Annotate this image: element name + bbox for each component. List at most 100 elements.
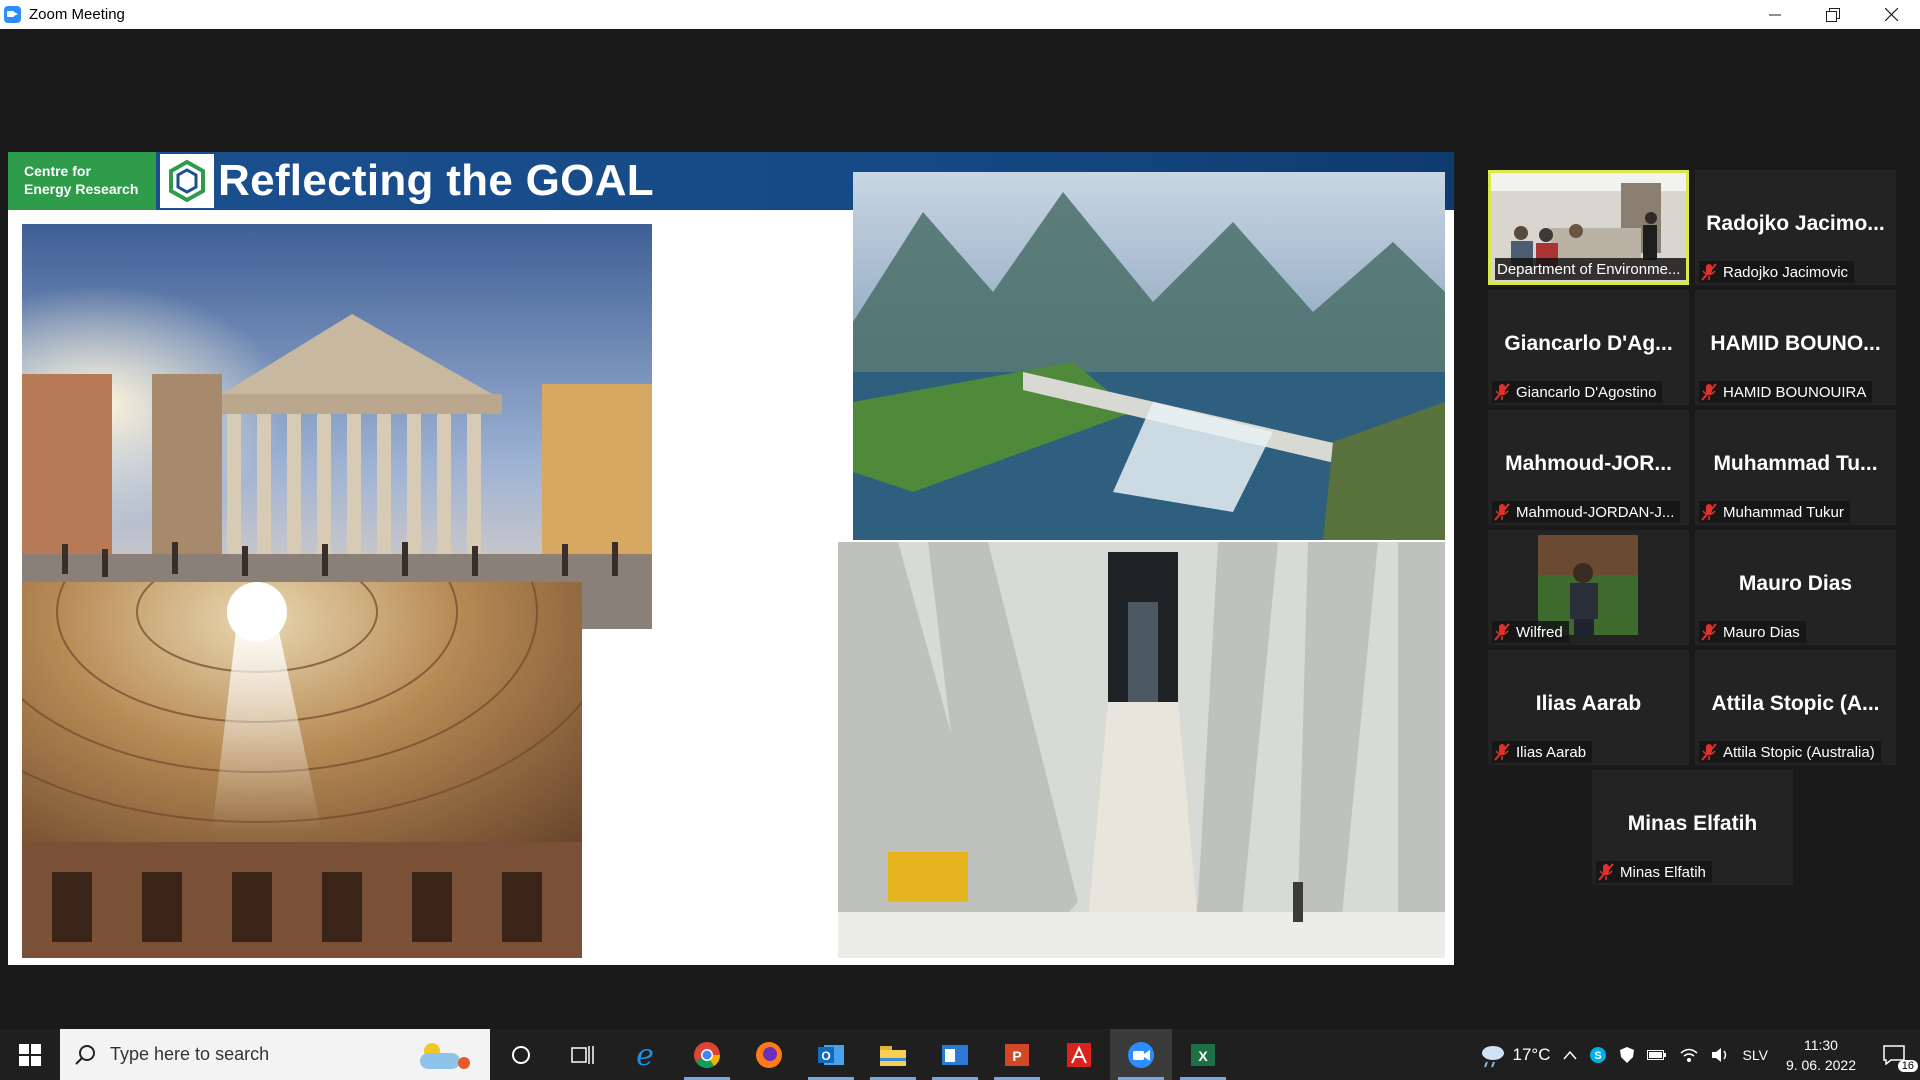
muted-microphone-icon [1701,503,1717,521]
window-controls [1746,0,1920,29]
participant-display-name: Radojko Jacimo... [1706,212,1885,235]
badge-line-2: Energy Research [24,181,139,197]
window-title-bar: Zoom Meeting [0,0,1920,29]
participant-name-text: Attila Stopic (Australia) [1723,743,1875,761]
participant-tile[interactable]: Minas Elfatih Minas Elfatih [1592,770,1793,885]
clock-button[interactable]: 11:30 9. 06. 2022 [1774,1035,1868,1075]
participant-display-name: Ilias Aarab [1535,692,1642,715]
powerpoint-icon: P [1005,1043,1029,1066]
security-button[interactable] [1613,1029,1641,1080]
powerpoint-button[interactable]: P [986,1029,1048,1080]
participant-name-text: HAMID BOUNOUIRA [1723,383,1867,401]
chrome-button[interactable] [676,1029,738,1080]
acrobat-button[interactable] [1048,1029,1110,1080]
zoom-app-icon [4,6,21,23]
participant-name-text: Muhammad Tukur [1723,503,1844,521]
file-explorer-button[interactable] [862,1029,924,1080]
minimize-button[interactable] [1746,0,1804,29]
shield-icon [1619,1046,1634,1063]
weather-search-highlight-icon [420,1043,470,1069]
search-icon [75,1044,95,1065]
zoom-icon [1128,1041,1154,1068]
participant-name-label: HAMID BOUNOUIRA [1699,381,1873,403]
participant-display-name: Minas Elfatih [1627,812,1758,835]
volume-button[interactable] [1705,1029,1737,1080]
svg-text:S: S [1594,1050,1601,1062]
participant-tile[interactable]: Mauro Dias Mauro Dias [1695,530,1896,645]
participant-display-name: HAMID BOUNO... [1710,332,1881,355]
participant-name-label: Wilfred [1492,621,1569,643]
task-view-button[interactable] [552,1029,614,1080]
tray-app-button[interactable]: S [1583,1029,1613,1080]
excel-button[interactable]: X [1172,1029,1234,1080]
start-button[interactable] [0,1029,60,1080]
cortana-icon [512,1045,530,1064]
muted-microphone-icon [1494,743,1510,761]
muted-microphone-icon [1598,863,1614,881]
outlook-button[interactable]: O [800,1029,862,1080]
svg-text:X: X [1198,1048,1208,1064]
muted-microphone-icon [1494,503,1510,521]
svg-text:O: O [821,1049,830,1063]
edge-button[interactable]: e [614,1029,676,1080]
cer-badge: Centre for Energy Research [8,152,156,210]
participant-tile[interactable]: Ilias Aarab Ilias Aarab [1488,650,1689,765]
network-button[interactable] [1673,1029,1705,1080]
meeting-stage: Centre for Energy Research Reflecting th… [0,29,1920,1029]
firefox-icon [756,1041,782,1068]
cortana-button[interactable] [490,1029,552,1080]
svg-text:P: P [1012,1048,1021,1064]
weather-rain-icon [1481,1045,1504,1067]
window-app-button[interactable] [924,1029,986,1080]
participant-avatar [1538,535,1638,635]
muted-microphone-icon [1701,743,1717,761]
participant-tile[interactable]: Attila Stopic (A... Attila Stopic (Austra… [1695,650,1896,765]
participant-name-label: Mauro Dias [1699,621,1806,643]
muted-microphone-icon [1494,383,1510,401]
participant-display-name: Attila Stopic (A... [1711,692,1880,715]
date-text: 9. 06. 2022 [1785,1056,1856,1073]
participant-tile[interactable]: Department of Environme... [1488,170,1689,285]
participant-name-text: Wilfred [1516,623,1563,641]
participant-tile[interactable]: Giancarlo D'Ag... Giancarlo D'Agostino [1488,290,1689,405]
restore-button[interactable] [1804,0,1862,29]
window-title: Zoom Meeting [29,6,125,23]
pantheon-exterior-photo [22,224,652,629]
participant-tile[interactable]: Wilfred [1488,530,1689,645]
participant-tile[interactable]: Radojko Jacimo... Radojko Jacimovic [1695,170,1896,285]
weather-widget[interactable]: 17°C [1471,1029,1557,1080]
participant-name-label: Department of Environme... [1495,258,1687,280]
hydroelectric-dam-photo [853,172,1445,540]
participant-name-text: Mahmoud-JORDAN-J... [1516,503,1675,521]
participant-name-label: Radojko Jacimovic [1699,261,1855,283]
participant-tile[interactable]: Muhammad Tu... Muhammad Tukur [1695,410,1896,525]
muted-microphone-icon [1701,623,1717,641]
participant-name-label: Ilias Aarab [1492,741,1593,763]
windows-taskbar: Type here to search e O P X 17°C S SLV 1… [0,1029,1920,1080]
task-view-icon [571,1045,594,1064]
shared-screen-slide[interactable]: Centre for Energy Research Reflecting th… [8,152,1454,965]
dam-spillway-photo [838,542,1445,958]
participant-display-name: Mauro Dias [1738,572,1853,595]
skype-icon: S [1589,1046,1606,1063]
participant-name-text: Radojko Jacimovic [1723,263,1849,281]
input-language-button[interactable]: SLV [1737,1029,1774,1080]
participant-display-name: Giancarlo D'Ag... [1504,332,1673,355]
participant-tile[interactable]: Mahmoud-JOR... Mahmoud-JORDAN-J... [1488,410,1689,525]
battery-button[interactable] [1641,1029,1673,1080]
participant-name-text: Giancarlo D'Agostino [1516,383,1657,401]
search-placeholder: Type here to search [110,1044,270,1064]
acrobat-icon [1067,1042,1091,1067]
firefox-button[interactable] [738,1029,800,1080]
badge-line-1: Centre for [24,163,91,179]
show-hidden-icons-button[interactable] [1557,1029,1583,1080]
restore-icon [1826,7,1840,22]
participant-display-name: Muhammad Tu... [1713,452,1878,475]
slide-title: Reflecting the GOAL [218,156,654,205]
participant-tile[interactable]: HAMID BOUNO... HAMID BOUNOUIRA [1695,290,1896,405]
participant-name-label: Muhammad Tukur [1699,501,1850,523]
taskbar-search[interactable]: Type here to search [60,1029,490,1080]
notifications-button[interactable]: 16 [1868,1029,1920,1080]
close-button[interactable] [1862,0,1920,29]
zoom-button[interactable] [1110,1029,1172,1080]
